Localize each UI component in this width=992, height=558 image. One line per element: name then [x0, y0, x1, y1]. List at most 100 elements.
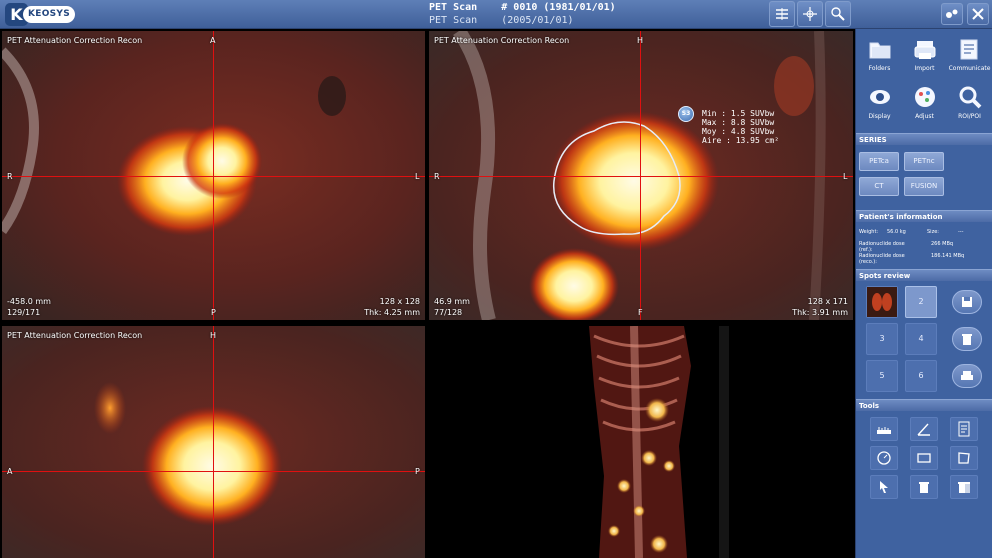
polygon-roi-tool[interactable] [950, 446, 978, 470]
roi-poi-label: ROI/POI [958, 113, 981, 120]
spot-3[interactable]: 3 [866, 323, 898, 355]
dose-ref-value: 266 MBq [931, 241, 954, 247]
roi-max: Max : 8.8 SUVbw [702, 118, 775, 127]
slice-index: 129/171 [7, 308, 41, 317]
import-icon [914, 41, 935, 59]
matrix-size: 128 x 171 [807, 297, 848, 306]
matrix-size: 128 x 128 [379, 297, 420, 306]
orientation-top: A [210, 36, 216, 45]
viewport-axial[interactable]: PET Attenuation Correction Recon A P R L… [2, 31, 425, 320]
study-value-1: # 0010 (1981/01/01) [501, 2, 616, 13]
ruler-icon [877, 427, 891, 434]
series-header: SERIES [856, 133, 992, 145]
crosshair-horizontal[interactable] [429, 176, 853, 177]
trash-all-icon [958, 482, 970, 493]
orientation-top: H [210, 331, 217, 340]
dose-ref-label: Radionuclide dose (ref.): [859, 241, 905, 253]
delete-all-tool[interactable] [950, 475, 978, 499]
roi-area: Aire : 13.95 cm² [702, 136, 780, 145]
keosys-logo: K KEOSYS [5, 3, 75, 26]
crosshair-icon[interactable] [797, 1, 823, 27]
ruler-tool[interactable] [870, 417, 898, 441]
viewport-3d-render[interactable] [429, 326, 853, 558]
weight-value: 56.0 kg [887, 229, 906, 235]
crosshair-vertical[interactable] [640, 31, 641, 320]
right-panel: Folders Import Communicate Display Adjus… [855, 29, 992, 558]
save-spot-button[interactable] [952, 290, 982, 314]
viewport-sagittal[interactable]: PET Attenuation Correction Recon H A P [2, 326, 425, 558]
folders-button[interactable]: Folders [857, 35, 902, 83]
angle-icon [917, 423, 930, 436]
orientation-bottom: F [638, 308, 643, 317]
settings-icon[interactable] [941, 3, 963, 25]
study-info: PET Scan # 0010 (1981/01/01) PET Scan (2… [429, 1, 616, 27]
pan-zoom-icon[interactable] [825, 1, 851, 27]
crosshair-vertical[interactable] [213, 31, 214, 320]
spot-5[interactable]: 5 [866, 360, 898, 392]
folders-label: Folders [868, 65, 891, 72]
delete-spot-button[interactable] [952, 327, 982, 351]
polygon-icon [958, 452, 970, 464]
window-controls [941, 3, 992, 25]
folders-icon [869, 42, 890, 59]
orientation-left: R [7, 172, 13, 181]
size-value: --- [958, 229, 964, 235]
delete-annotation-tool[interactable] [910, 475, 938, 499]
roi-statistics: Min : 1.5 SUVbw Max : 8.8 SUVbw Moy : 4.8 … [702, 109, 779, 145]
annotation-tool[interactable] [950, 417, 978, 441]
spot-thumbnail-1[interactable] [866, 286, 898, 318]
orientation-right: L [843, 172, 848, 181]
roi-badge[interactable]: S3 [678, 106, 694, 122]
slice-index: 77/128 [434, 308, 463, 317]
pointer-tool[interactable] [870, 475, 898, 499]
display-button[interactable]: Display [857, 83, 902, 131]
skeleton-3d-image [429, 326, 853, 558]
layout-icon[interactable] [769, 1, 795, 27]
viewport-coronal[interactable]: PET Attenuation Correction Recon H F R L… [429, 31, 853, 320]
roi-mean: Moy : 4.8 SUVbw [702, 127, 775, 136]
orientation-top: H [637, 36, 644, 45]
orientation-left: A [7, 467, 13, 476]
slice-position: -458.0 mm [7, 297, 51, 306]
document-icon [958, 421, 970, 437]
study-label-2: PET Scan [429, 15, 478, 26]
series-fusion[interactable]: FUSION [904, 177, 944, 196]
close-icon[interactable] [967, 3, 989, 25]
slice-position: 46.9 mm [434, 297, 470, 306]
display-icon [869, 90, 890, 104]
spot-6[interactable]: 6 [905, 360, 937, 392]
display-label: Display [868, 113, 891, 120]
spot-4[interactable]: 4 [905, 323, 937, 355]
print-icon [961, 371, 973, 380]
adjust-button[interactable]: Adjust [902, 83, 947, 131]
communicate-button[interactable]: Communicate [947, 35, 992, 83]
rectangle-roi-tool[interactable] [910, 446, 938, 470]
ellipse-roi-tool[interactable] [870, 446, 898, 470]
circle-roi-icon [877, 451, 891, 465]
tools-header: Tools [856, 399, 992, 411]
top-bar: K KEOSYS PET Scan # 0010 (1981/01/01) PE… [0, 0, 992, 29]
crosshair-vertical[interactable] [213, 326, 214, 558]
print-spot-button[interactable] [952, 364, 982, 388]
view-toolbar [769, 1, 853, 27]
angle-tool[interactable] [910, 417, 938, 441]
import-button[interactable]: Import [902, 35, 947, 83]
trash-icon [962, 334, 972, 345]
import-label: Import [914, 65, 935, 72]
roi-poi-button[interactable]: ROI/POI [947, 83, 992, 131]
dose-reco-label: Radionuclide dose (reco.): [859, 253, 905, 265]
orientation-left: R [434, 172, 440, 181]
orientation-bottom: P [211, 308, 216, 317]
adjust-icon [914, 87, 935, 107]
communicate-icon [960, 39, 977, 60]
series-petca[interactable]: PETca [859, 152, 899, 171]
orientation-right: P [415, 467, 420, 476]
series-ct[interactable]: CT [859, 177, 899, 196]
spot-2[interactable]: 2 [905, 286, 937, 318]
study-value-2: (2005/01/01) [501, 15, 574, 26]
series-petnc[interactable]: PETnc [904, 152, 944, 171]
rectangle-icon [917, 453, 931, 463]
spots-header: Spots review [856, 269, 992, 281]
save-icon [962, 297, 972, 307]
slice-thickness: Thk: 4.25 mm [364, 308, 420, 317]
